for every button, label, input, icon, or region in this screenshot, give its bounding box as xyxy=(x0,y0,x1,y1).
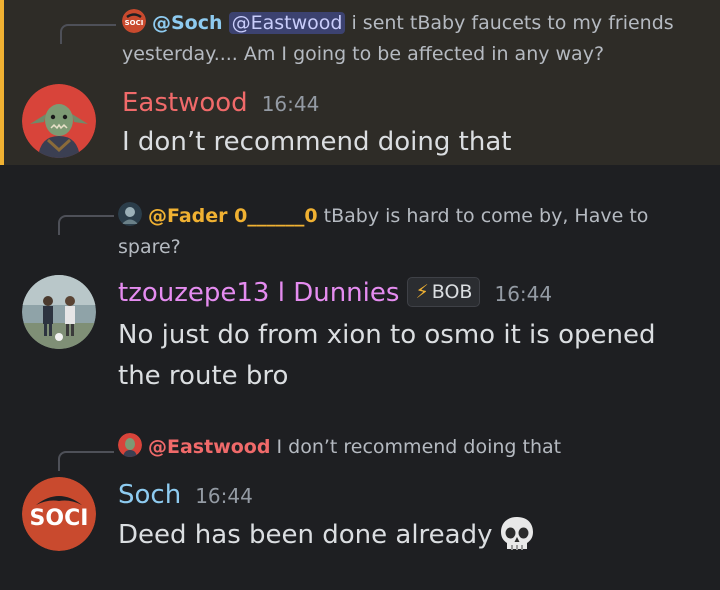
svg-text:SOCI: SOCI xyxy=(30,506,89,531)
message-text: Deed has been done already xyxy=(118,520,493,550)
reply-author[interactable]: @Eastwood xyxy=(148,436,270,458)
skull-emoji-icon[interactable] xyxy=(499,515,535,566)
role-tag-label: BOB xyxy=(431,281,473,303)
author-name[interactable]: tzouzepe13 l Dunnies xyxy=(118,278,399,308)
message-soch[interactable]: @Eastwood I don’t recommend doing that S… xyxy=(0,405,720,590)
reply-spine xyxy=(60,24,116,44)
soci-logo-avatar[interactable]: SOCI xyxy=(22,477,96,551)
fader-avatar-icon xyxy=(118,202,142,226)
soccer-players-avatar[interactable] xyxy=(22,275,96,349)
author-name[interactable]: Eastwood xyxy=(122,88,248,118)
author-row: tzouzepe13 l Dunnies ⚡ BOB 16:44 xyxy=(118,277,552,308)
timestamp[interactable]: 16:44 xyxy=(195,484,253,508)
timestamp[interactable]: 16:44 xyxy=(262,92,320,116)
lightning-icon: ⚡ xyxy=(415,281,429,303)
author-row: Eastwood 16:44 xyxy=(122,88,319,118)
orc-warrior-avatar xyxy=(118,433,142,457)
message-content: Deed has been done already xyxy=(118,515,690,566)
svg-text:SOCI: SOCI xyxy=(125,19,144,27)
reply-spine xyxy=(58,451,114,471)
message-tzouzepe[interactable]: @Fader 0______0 tBaby is hard to come by… xyxy=(0,165,720,405)
reply-preview[interactable]: SOCI @Soch @Eastwood i sent tBaby faucet… xyxy=(122,8,700,70)
author-row: Soch 16:44 xyxy=(118,480,253,510)
message-eastwood[interactable]: SOCI @Soch @Eastwood i sent tBaby faucet… xyxy=(0,0,720,165)
reply-text: I don’t recommend doing that xyxy=(276,436,562,458)
message-content: No just do from xion to osmo it is opene… xyxy=(118,320,656,391)
role-tag[interactable]: ⚡ BOB xyxy=(407,277,481,307)
reply-spine xyxy=(58,215,114,235)
author-name[interactable]: Soch xyxy=(118,480,181,510)
mention-eastwood[interactable]: @Eastwood xyxy=(228,12,346,34)
reply-preview[interactable]: @Eastwood I don’t recommend doing that xyxy=(118,432,700,463)
orc-warrior-avatar[interactable] xyxy=(22,84,96,158)
timestamp[interactable]: 16:44 xyxy=(494,282,552,306)
reply-preview[interactable]: @Fader 0______0 tBaby is hard to come by… xyxy=(118,201,700,263)
reply-author[interactable]: @Fader 0______0 xyxy=(148,205,318,227)
reply-author[interactable]: @Soch xyxy=(152,12,223,34)
message-content: I don’t recommend doing that xyxy=(122,127,512,157)
chat-log: SOCI @Soch @Eastwood i sent tBaby faucet… xyxy=(0,0,720,590)
soci-logo-icon: SOCI xyxy=(122,9,146,33)
